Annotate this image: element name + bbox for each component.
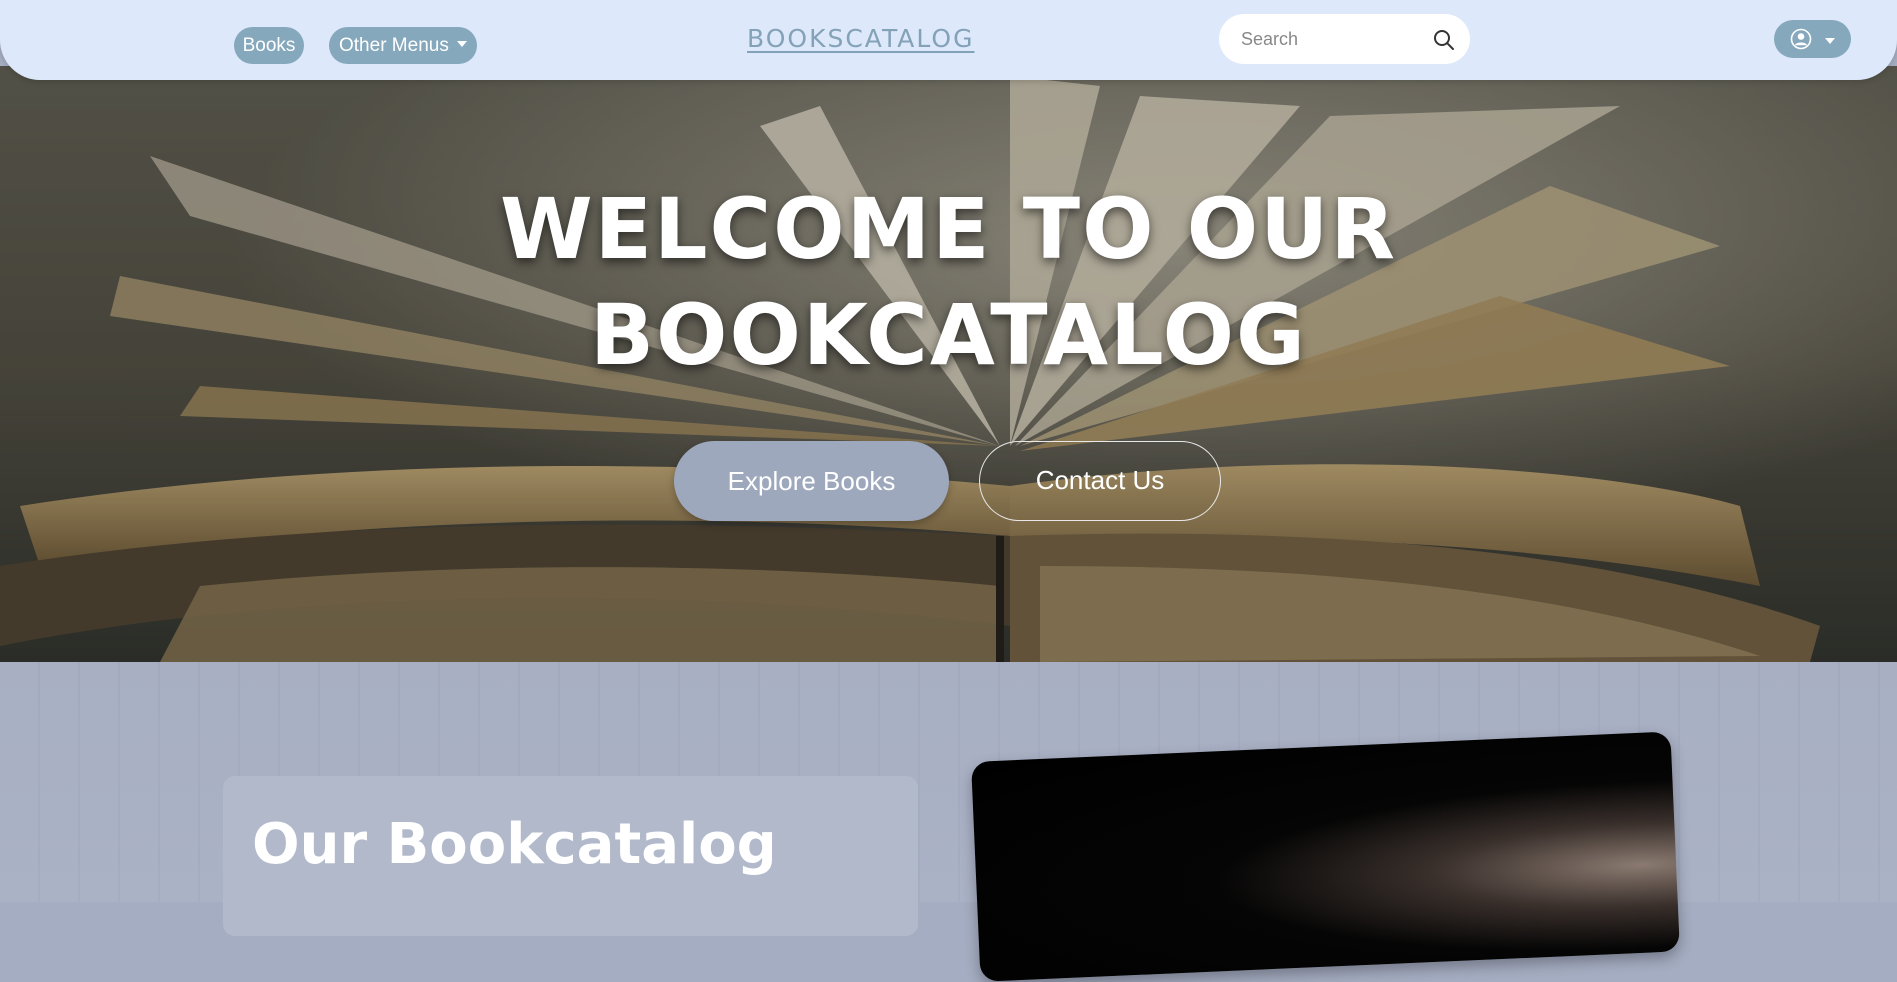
about-section: Our Bookcatalog xyxy=(0,662,1897,982)
hero-section: WELCOME TO OUR BOOKCATALOG Explore Books… xyxy=(0,66,1897,662)
nav-books-label: Books xyxy=(242,35,296,56)
navbar: Books Other Menus BOOKSCATALOG xyxy=(0,0,1897,80)
about-card: Our Bookcatalog xyxy=(223,776,918,936)
explore-books-button[interactable]: Explore Books xyxy=(674,441,949,521)
hero-title-line1: WELCOME TO OUR xyxy=(499,180,1398,278)
nav-other-menus-dropdown[interactable]: Other Menus xyxy=(329,27,477,64)
user-menu-button[interactable] xyxy=(1774,20,1851,58)
brand-link[interactable]: BOOKSCATALOG xyxy=(747,24,974,53)
nav-other-menus-label: Other Menus xyxy=(339,35,449,56)
nav-books-button[interactable]: Books xyxy=(234,27,304,64)
search-icon[interactable] xyxy=(1432,28,1456,52)
hero-title-line2: BOOKCATALOG xyxy=(590,286,1307,384)
laptop-image xyxy=(971,731,1680,982)
user-circle-icon xyxy=(1790,28,1812,50)
chevron-down-icon xyxy=(1825,38,1835,44)
contact-us-button[interactable]: Contact Us xyxy=(979,441,1221,521)
chevron-down-icon xyxy=(456,41,467,48)
about-title: Our Bookcatalog xyxy=(252,812,777,877)
hero-title: WELCOME TO OUR BOOKCATALOG xyxy=(0,176,1897,388)
search-box xyxy=(1219,14,1470,64)
search-input[interactable] xyxy=(1241,26,1421,52)
